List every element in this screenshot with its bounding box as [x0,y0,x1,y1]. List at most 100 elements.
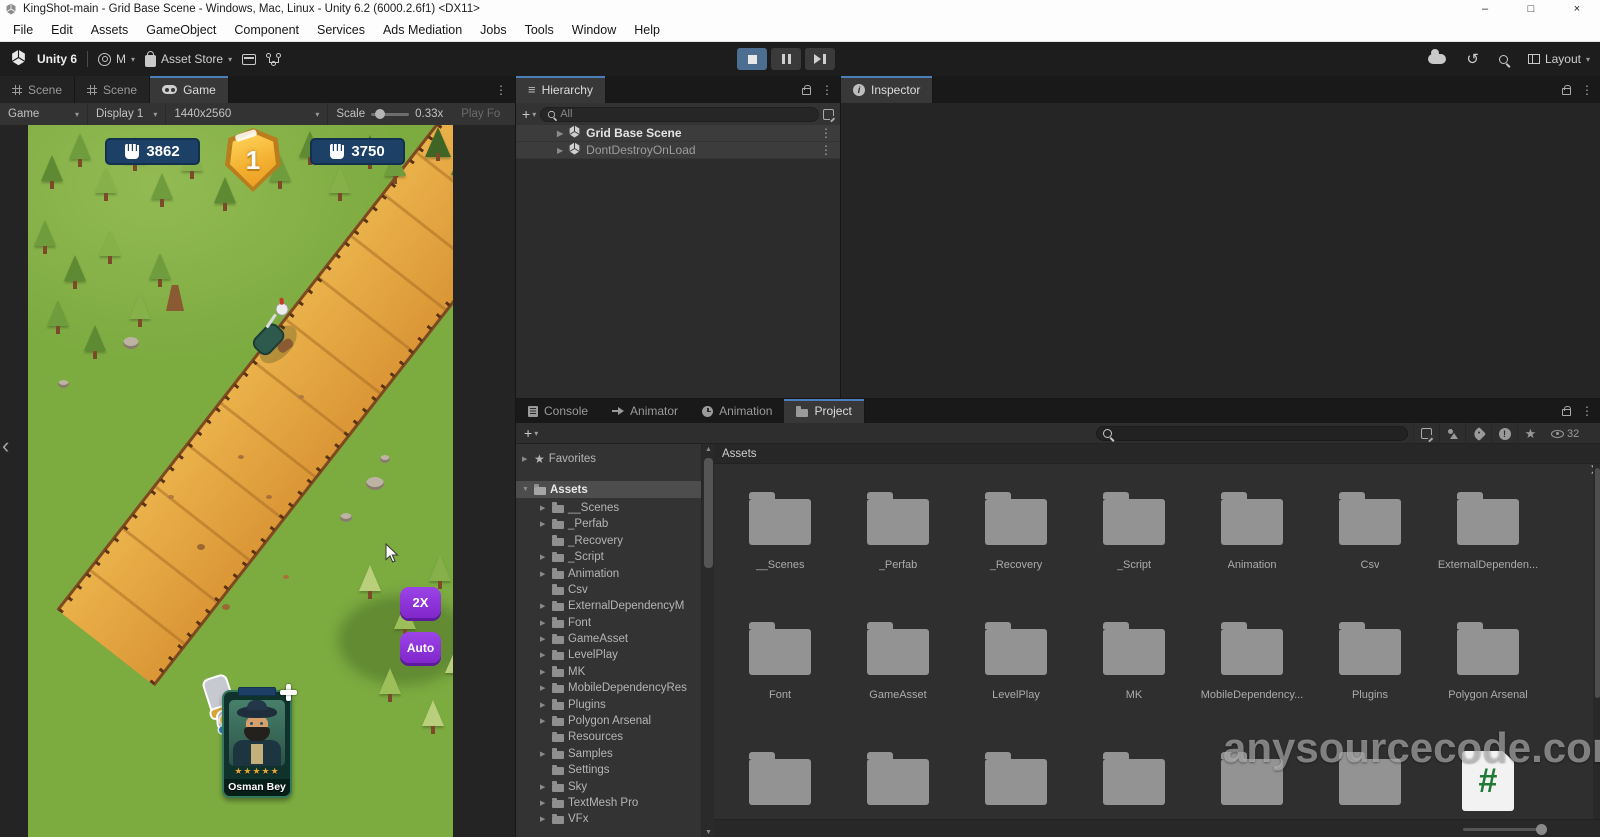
search-by-label-button[interactable] [1465,423,1491,444]
speed-2x-button[interactable]: 2X [400,587,441,618]
row-kebab-icon[interactable]: ⋮ [820,126,832,140]
tab-hierarchy[interactable]: ≡ Hierarchy [516,76,606,103]
tree-row-favorites[interactable]: ▶ ★ Favorites [516,451,701,467]
expand-arrow-icon[interactable]: ▶ [540,815,548,823]
expand-arrow-icon[interactable]: ▶ [557,129,563,138]
asset-folder-tile[interactable]: GameAsset [842,621,954,701]
tree-row-folder[interactable]: ▶ MK [516,664,701,680]
asset-folder-tile[interactable]: _Recovery [960,491,1072,571]
tree-row-folder[interactable]: ▶ ExternalDependencyM [516,598,701,614]
lock-icon[interactable] [1562,88,1571,95]
tree-row-folder[interactable]: ▶ Sky [516,778,701,794]
expand-arrow-icon[interactable]: ▶ [540,701,548,709]
asset-folder-tile[interactable] [1196,751,1308,825]
asset-folder-tile[interactable]: __Scenes [724,491,836,571]
menu-item[interactable]: GameObject [137,18,225,42]
asset-folder-tile[interactable] [724,751,836,825]
create-object-button[interactable]: +▾ [522,106,536,122]
asset-folder-tile[interactable]: # [1432,751,1544,825]
hidden-items-toggle[interactable]: 32 [1543,428,1579,440]
menu-item[interactable]: Ads Mediation [374,18,471,42]
tree-row-folder[interactable]: ▶ __Scenes [516,500,701,516]
undo-history-button[interactable]: ↺ [1466,52,1479,67]
asset-store-button[interactable]: Asset Store ▾ [145,52,232,67]
scrollbar-thumb[interactable] [1595,468,1600,698]
account-button[interactable]: M ▾ [98,52,135,66]
auto-button[interactable]: Auto [400,632,441,663]
lock-icon[interactable] [1562,409,1571,416]
tree-row-folder[interactable]: ▶ Plugins [516,696,701,712]
tab-scene-2[interactable]: Scene [75,76,150,103]
maximize-button[interactable]: □ [1508,0,1554,18]
tree-row-folder[interactable]: ▶ LevelPlay [516,647,701,663]
asset-folder-tile[interactable]: _Script [1078,491,1190,571]
create-asset-button[interactable]: +▾ [524,425,538,441]
tree-row-folder[interactable]: ▶ TextMesh Pro [516,795,701,811]
asset-folder-tile[interactable] [1078,751,1190,825]
asset-folder-tile[interactable]: ExternalDependen... [1432,491,1544,571]
asset-folder-tile[interactable]: Plugins [1314,621,1426,701]
search-by-type-button[interactable] [1439,423,1465,444]
display-dropdown[interactable]: Display 1 ▾ [88,103,166,125]
asset-folder-tile[interactable]: Animation [1196,491,1308,571]
asset-folder-tile[interactable]: MobileDependency... [1196,621,1308,701]
search-in-picker-button[interactable] [1413,423,1439,444]
grid-scrollbar[interactable] [1593,464,1600,837]
expand-arrow-icon[interactable]: ▶ [540,651,548,659]
expand-arrow-icon[interactable]: ▶ [540,799,548,807]
expand-arrow-icon[interactable]: ▶ [522,455,530,463]
play-button[interactable] [737,48,767,70]
pane-menu-kebab-icon[interactable]: ⋮ [1581,83,1593,97]
close-button[interactable]: × [1554,0,1600,18]
expand-arrow-icon[interactable]: ▶ [557,146,563,155]
pause-button[interactable] [771,48,801,70]
expand-arrow-icon[interactable]: ▶ [540,553,548,561]
expand-arrow-icon[interactable]: ▶ [540,570,548,578]
tree-scrollbar[interactable]: ▲ ▼ [701,444,714,837]
expand-arrow-icon[interactable]: ▶ [540,750,548,758]
asset-folder-tile[interactable]: Polygon Arsenal [1432,621,1544,701]
tree-row-folder[interactable]: ▶ Samples [516,746,701,762]
scale-slider[interactable] [371,113,409,116]
expand-arrow-icon[interactable]: ▶ [540,635,548,643]
tree-row-folder[interactable]: ▶ Settings [516,762,701,778]
scale-slider-knob[interactable] [375,109,385,119]
game-viewport[interactable]: 3862 1 3750 2X Auto [28,125,453,837]
menu-item[interactable]: Component [225,18,308,42]
tree-row-folder[interactable]: ▶ _Perfab [516,516,701,532]
menu-item[interactable]: Edit [42,18,82,42]
resolution-dropdown[interactable]: 1440x2560 ▾ [166,103,328,125]
tree-row-folder[interactable]: ▶ VFx [516,811,701,827]
menu-item[interactable]: Jobs [471,18,515,42]
collapse-arrow-icon[interactable]: ▼ [522,486,530,493]
package-manager-button[interactable] [242,54,256,65]
menu-item[interactable]: File [4,18,42,42]
tree-row-folder[interactable]: ▶ Animation [516,565,701,581]
tab-game[interactable]: Game [150,76,229,103]
hierarchy-search-input[interactable]: All [540,107,819,122]
icon-size-slider[interactable] [1463,828,1541,831]
version-control-button[interactable] [266,53,281,66]
menu-item[interactable]: Help [625,18,669,42]
asset-folder-tile[interactable]: _Perfab [842,491,954,571]
row-kebab-icon[interactable]: ⋮ [820,143,832,157]
expand-arrow-icon[interactable]: ▶ [540,717,548,725]
minimize-button[interactable]: – [1462,0,1508,18]
menu-item[interactable]: Tools [516,18,563,42]
collapse-left-icon[interactable]: ‹ [2,435,9,457]
tree-row-folder[interactable]: ▶ Csv [516,582,701,598]
expand-arrow-icon[interactable]: ▶ [540,602,548,610]
upgrade-plus-icon[interactable] [280,684,297,701]
expand-arrow-icon[interactable]: ▶ [540,783,548,791]
tree-row-folder[interactable]: ▶ Resources [516,729,701,745]
expand-arrow-icon[interactable]: ▶ [540,668,548,676]
pane-menu-kebab-icon[interactable]: ⋮ [495,83,507,97]
tree-row-folder[interactable]: ▶ MobileDependencyRes [516,680,701,696]
layout-dropdown[interactable]: Layout ▾ [1528,52,1590,66]
tree-row-folder[interactable]: ▶ GameAsset [516,631,701,647]
hierarchy-row[interactable]: ▶ DontDestroyOnLoad ⋮ [516,142,840,159]
asset-folder-tile[interactable] [960,751,1072,825]
menu-item[interactable]: Services [308,18,374,42]
tab-project[interactable]: Project [784,399,864,423]
expand-arrow-icon[interactable]: ▶ [540,520,548,528]
